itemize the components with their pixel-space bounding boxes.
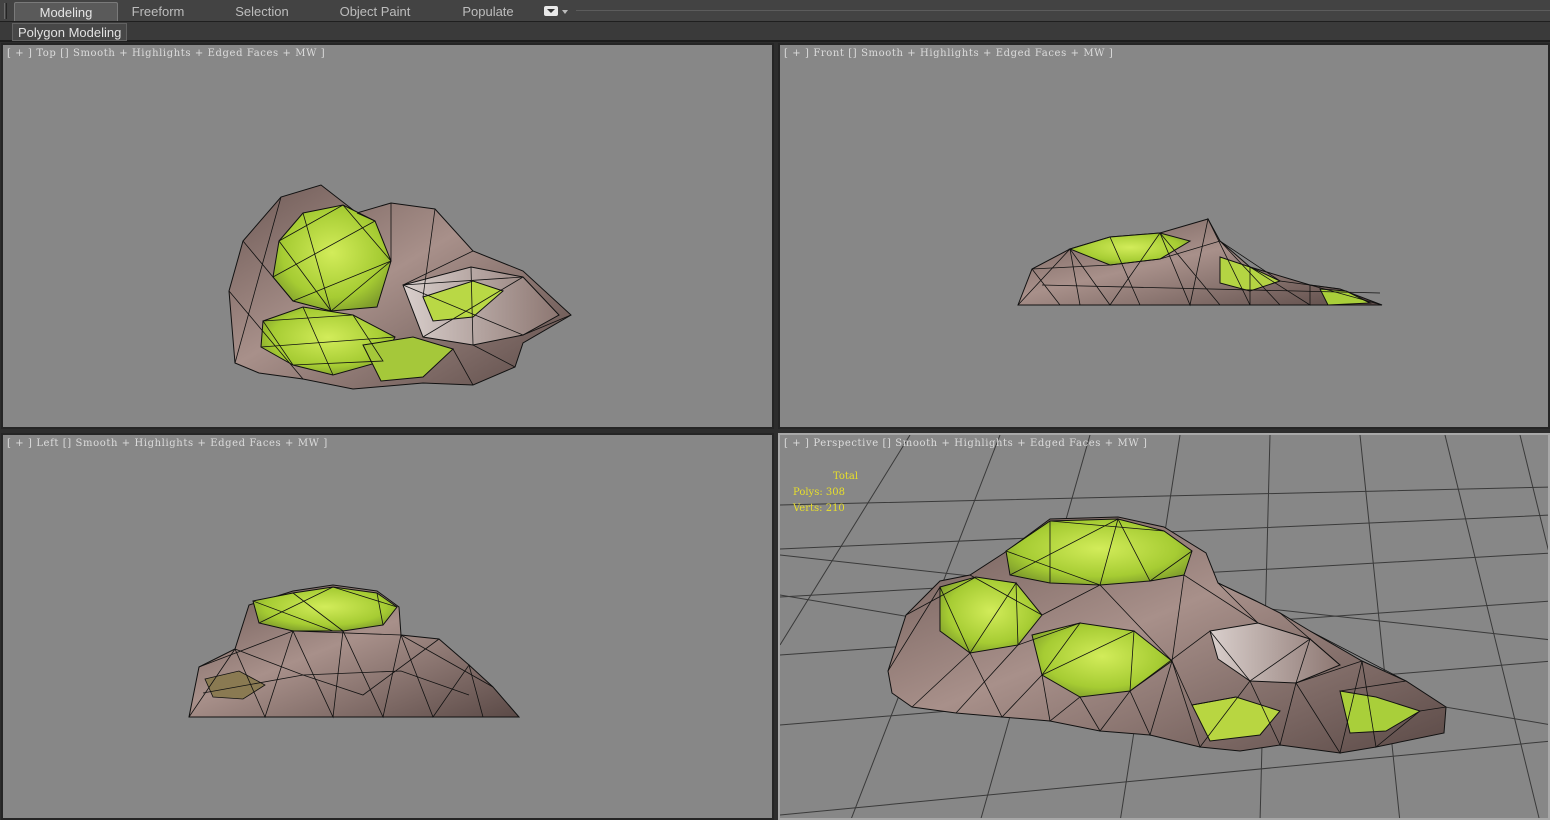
stats-polys: Polys: 308 — [793, 487, 845, 498]
rock-mesh-front — [1017, 217, 1383, 307]
ribbon-panel-row: Polygon Modeling — [0, 22, 1550, 42]
viewport-label-perspective[interactable]: [ + ] Perspective [] Smooth + Highlights… — [784, 438, 1148, 449]
polygon-modeling-panel-button[interactable]: Polygon Modeling — [12, 23, 128, 41]
rock-mesh-left — [188, 584, 521, 719]
tab-modeling[interactable]: Modeling — [14, 2, 118, 21]
stats-title: Total — [833, 471, 859, 482]
ribbon-grip-handle[interactable] — [4, 3, 7, 19]
rock-mesh-perspective — [780, 435, 1548, 818]
tab-object-paint[interactable]: Object Paint — [330, 2, 420, 21]
max-app-window: Modeling Freeform Selection Object Paint… — [0, 0, 1550, 820]
viewport-label-top[interactable]: [ + ] Top [] Smooth + Highlights + Edged… — [7, 48, 325, 59]
ribbon-tab-bar: Modeling Freeform Selection Object Paint… — [0, 0, 1550, 22]
menu-box-icon — [544, 6, 558, 16]
viewport-label-front[interactable]: [ + ] Front [] Smooth + Highlights + Edg… — [784, 48, 1113, 59]
chevron-down-icon — [562, 10, 568, 14]
stats-verts: Verts: 210 — [793, 503, 845, 514]
tab-freeform[interactable]: Freeform — [118, 2, 198, 21]
viewport-top[interactable]: [ + ] Top [] Smooth + Highlights + Edged… — [1, 43, 774, 429]
ribbon-divider — [576, 10, 1550, 11]
viewport-front[interactable]: [ + ] Front [] Smooth + Highlights + Edg… — [778, 43, 1550, 429]
viewport-perspective[interactable]: [ + ] Perspective [] Smooth + Highlights… — [778, 433, 1550, 820]
viewport-left[interactable]: [ + ] Left [] Smooth + Highlights + Edge… — [1, 433, 774, 820]
tab-selection[interactable]: Selection — [220, 2, 304, 21]
tab-populate[interactable]: Populate — [452, 2, 524, 21]
scene-statistics: Total Polys: 308 Verts: 210 — [793, 469, 858, 517]
viewport-label-left[interactable]: [ + ] Left [] Smooth + Highlights + Edge… — [7, 438, 328, 449]
dropdown-menu-icon[interactable] — [544, 6, 570, 18]
rock-mesh-top — [228, 184, 572, 390]
